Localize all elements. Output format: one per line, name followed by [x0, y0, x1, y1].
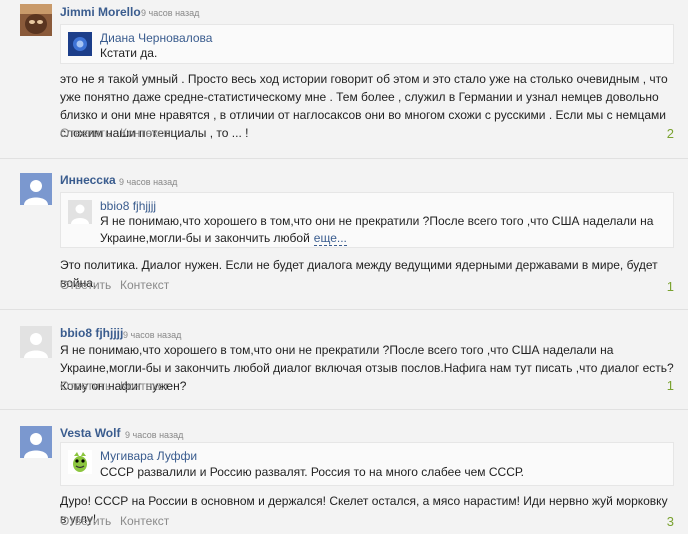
reply-count[interactable]: 2 [667, 126, 674, 141]
reply-button[interactable]: Ответить [60, 379, 111, 393]
user-avatar[interactable] [20, 426, 52, 458]
comment-author[interactable]: Иннесска [60, 173, 116, 187]
quote-text-content: Я не понимаю,что хорошего в том,что они … [100, 214, 654, 245]
user-avatar[interactable] [20, 4, 52, 36]
comment-time: 9 часов назад [125, 430, 184, 440]
context-button[interactable]: Контекст [120, 278, 169, 292]
comment-time: 9 часов назад [141, 8, 200, 18]
quote-author[interactable]: Мугивара Луффи [100, 449, 197, 463]
comment-time: 9 часов назад [123, 330, 182, 340]
quoted-comment: Мугивара Луффи СССР развалили и Россию р… [60, 442, 674, 486]
comment-author[interactable]: bbio8 fjhjjjj [60, 326, 123, 340]
divider [0, 158, 688, 159]
quote-text: Кстати да. [100, 46, 158, 60]
quote-author[interactable]: bbio8 fjhjjjj [100, 199, 156, 213]
user-avatar[interactable] [20, 326, 52, 358]
comment-author[interactable]: Vesta Wolf [60, 426, 120, 440]
context-button[interactable]: Контекст [120, 126, 169, 140]
divider [0, 409, 688, 410]
quote-avatar [68, 32, 92, 56]
quote-text: СССР развалили и Россию развалят. Россия… [100, 465, 524, 479]
more-link[interactable]: еще... [313, 231, 347, 246]
reply-button[interactable]: Ответить [60, 278, 111, 292]
divider [0, 309, 688, 310]
comment-time: 9 часов назад [119, 177, 178, 187]
quoted-comment: bbio8 fjhjjjj Я не понимаю,что хорошего … [60, 192, 674, 248]
reply-count[interactable]: 3 [667, 514, 674, 529]
quote-avatar [68, 200, 92, 224]
reply-button[interactable]: Ответить [60, 514, 111, 528]
quoted-comment: Диана Черновалова Кстати да. [60, 24, 674, 64]
reply-count[interactable]: 1 [667, 279, 674, 294]
context-button[interactable]: Контекст [120, 379, 169, 393]
context-button[interactable]: Контекст [120, 514, 169, 528]
user-avatar[interactable] [20, 173, 52, 205]
quote-text: Я не понимаю,что хорошего в том,что они … [100, 213, 665, 247]
reply-button[interactable]: Ответить [60, 126, 111, 140]
quote-avatar [68, 450, 92, 474]
reply-count[interactable]: 1 [667, 378, 674, 393]
comment-author[interactable]: Jimmi Morello [60, 5, 141, 19]
quote-author[interactable]: Диана Черновалова [100, 31, 212, 45]
